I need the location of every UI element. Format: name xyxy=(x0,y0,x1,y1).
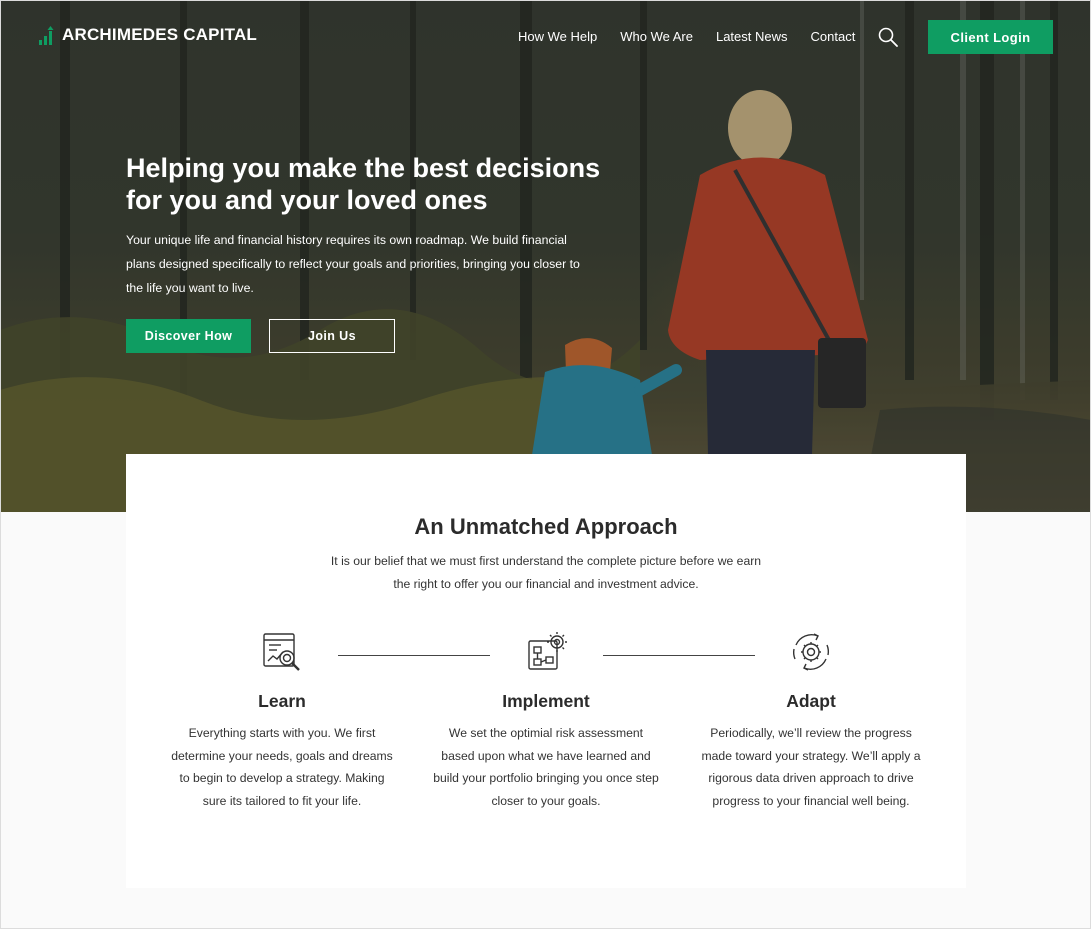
implement-blueprint-gear-icon xyxy=(528,632,567,670)
learn-analysis-icon xyxy=(263,633,300,671)
top-navigation: ARCHIMEDES CAPITAL How We Help Who We Ar… xyxy=(0,0,1091,74)
section-subtitle: It is our belief that we must first unde… xyxy=(330,554,762,591)
nav-contact[interactable]: Contact xyxy=(811,29,856,45)
step-learn-title: Learn xyxy=(258,691,306,711)
search-icon xyxy=(878,27,898,47)
approach-card: An Unmatched Approach It is our belief t… xyxy=(126,454,966,888)
hero-title-line1: Helping you make the best decisions xyxy=(126,153,601,183)
adapt-cycle-gear-icon xyxy=(792,633,830,671)
brand-logo[interactable]: ARCHIMEDES CAPITAL xyxy=(38,24,257,46)
section-title: An Unmatched Approach xyxy=(414,514,678,539)
join-us-button[interactable]: Join Us xyxy=(269,319,395,353)
nav-links: How We Help Who We Are Latest News Conta… xyxy=(518,29,878,45)
discover-how-button[interactable]: Discover How xyxy=(126,319,251,353)
client-login-button[interactable]: Client Login xyxy=(928,20,1053,54)
step-adapt-title: Adapt xyxy=(786,691,836,711)
search-button[interactable] xyxy=(878,27,898,47)
step-implement-description: We set the optimial risk assessment base… xyxy=(433,726,659,809)
brand-name: ARCHIMEDES CAPITAL xyxy=(62,25,258,44)
step-connector-2 xyxy=(603,655,755,656)
step-connector-1 xyxy=(338,655,490,656)
hero-title-line2: for you and your loved ones xyxy=(126,185,488,215)
hero-title: Helping you make the best decisions for … xyxy=(126,152,646,216)
nav-who-we-are[interactable]: Who We Are xyxy=(620,29,693,45)
step-implement-title: Implement xyxy=(502,691,590,711)
step-learn-description: Everything starts with you. We first det… xyxy=(171,726,393,809)
bar-chart-logo-icon xyxy=(39,26,54,45)
nav-how-we-help[interactable]: How We Help xyxy=(518,29,597,45)
step-adapt-description: Periodically, we’ll review the progress … xyxy=(701,726,921,809)
nav-latest-news[interactable]: Latest News xyxy=(716,29,788,45)
hero-description: Your unique life and financial history r… xyxy=(126,233,580,295)
